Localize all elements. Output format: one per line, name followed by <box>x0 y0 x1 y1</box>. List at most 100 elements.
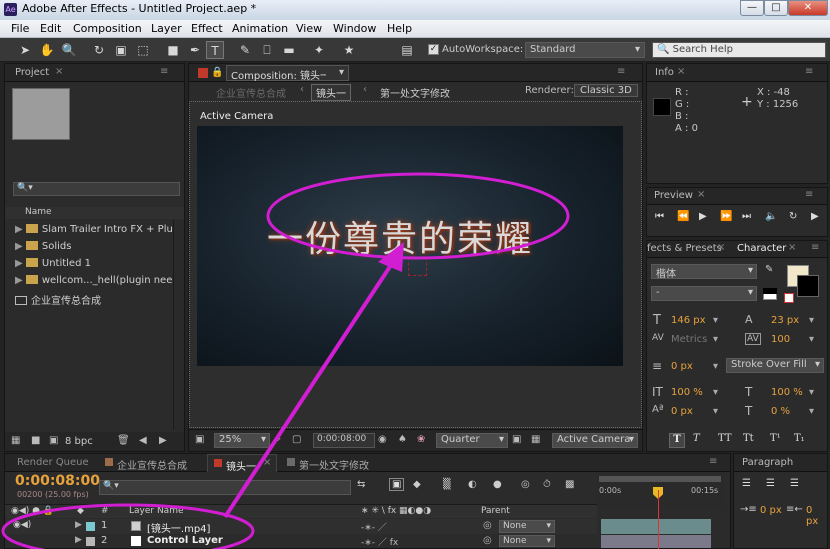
table-row[interactable]: ◉◀) ▶ 1 [镜头一.mp4] -∗- ／ ◎ None ▾ <box>5 519 597 535</box>
chevron-down-icon[interactable]: ▾ <box>713 406 718 417</box>
panel-menu-icon[interactable]: ≡ <box>805 189 813 200</box>
play-icon[interactable]: ▶ <box>699 211 707 222</box>
scroll-left-icon[interactable]: ◀ <box>139 435 147 446</box>
close-button[interactable]: ✕ <box>788 0 828 16</box>
font-style-dropdown[interactable]: - ▾ <box>651 286 757 301</box>
paragraph-tab[interactable]: Paragraph <box>742 457 793 468</box>
timeline-timecode[interactable]: 0:00:08:00 <box>15 473 100 489</box>
brainstorm-icon[interactable]: ◎ <box>521 479 530 490</box>
leading-value[interactable]: 23 px <box>771 315 799 326</box>
zoom-tool-icon[interactable]: 🔍 <box>60 41 78 59</box>
last-frame-icon[interactable]: ⏭ <box>742 211 751 222</box>
chevron-down-icon[interactable]: ▾ <box>713 315 718 326</box>
tab-comp-shot-active[interactable]: 镜头一 × <box>207 454 277 473</box>
close-icon[interactable]: × <box>55 66 63 77</box>
faux-italic-button[interactable]: T <box>693 433 700 444</box>
align-left-icon[interactable]: ☰ <box>742 478 751 489</box>
mask-visibility-icon[interactable]: ▢ <box>292 434 301 445</box>
visibility-icon[interactable]: ◉◀) <box>13 520 31 530</box>
motion-blur-icon[interactable]: ◐ <box>468 479 477 490</box>
black-swatch[interactable] <box>763 288 777 294</box>
project-tab[interactable]: Project <box>15 67 49 78</box>
comp-viewer-area[interactable]: Active Camera 一份尊贵的荣耀 <box>189 101 642 428</box>
lock-icon[interactable] <box>198 68 208 78</box>
layer-duration-bar[interactable] <box>601 519 711 534</box>
work-area-bar[interactable] <box>599 476 721 482</box>
layer-name-column-label[interactable]: Layer Name <box>129 506 184 516</box>
hand-tool-icon[interactable]: ✋ <box>38 41 56 59</box>
character-tab[interactable]: Character <box>737 243 786 254</box>
close-icon[interactable]: × <box>697 189 705 200</box>
close-icon[interactable]: × <box>263 457 271 468</box>
pen-tool-icon[interactable]: ✒ <box>186 41 204 59</box>
layer-duration-bar[interactable] <box>601 535 711 548</box>
list-item[interactable]: ▶ wellcom..._hell(plugin needed <box>15 275 173 286</box>
timeline-search-input[interactable]: 🔍▾ <box>99 480 351 495</box>
panel-menu-icon[interactable]: ≡ <box>160 66 168 77</box>
menu-layer[interactable]: Layer <box>151 22 182 35</box>
all-caps-button[interactable]: TT <box>718 433 732 444</box>
panel-menu-icon[interactable]: ≡ <box>811 242 819 253</box>
panel-menu-icon[interactable]: ≡ <box>805 66 813 77</box>
faux-bold-button[interactable]: T <box>669 433 685 448</box>
clone-stamp-tool-icon[interactable]: ⎕ <box>258 41 276 59</box>
parent-dropdown[interactable]: None ▾ <box>499 535 555 547</box>
menu-window[interactable]: Window <box>333 22 376 35</box>
label-color-swatch[interactable] <box>86 537 95 546</box>
rectangle-tool-icon[interactable]: ■ <box>164 41 182 59</box>
padlock-icon[interactable]: 🔒 <box>211 67 223 78</box>
align-center-icon[interactable]: ☰ <box>766 478 775 489</box>
breadcrumb-current[interactable]: 镜头一 <box>311 84 351 101</box>
previous-frame-icon[interactable]: ⏪ <box>677 211 689 222</box>
camera-dropdown[interactable]: Active Camera ▾ <box>552 433 638 448</box>
vertical-scale-value[interactable]: 100 % <box>671 387 703 398</box>
label-color-swatch[interactable] <box>86 522 95 531</box>
comp-timecode[interactable]: 0:00:08:00 <box>313 433 375 448</box>
next-frame-icon[interactable]: ⏩ <box>720 211 732 222</box>
menu-view[interactable]: View <box>296 22 322 35</box>
always-preview-icon[interactable]: ▣ <box>195 434 204 445</box>
chevron-down-icon[interactable]: ▾ <box>713 387 718 398</box>
channel-icon[interactable]: ❀ <box>417 434 425 445</box>
frame-blending-icon[interactable]: ▒ <box>443 479 451 490</box>
transparency-grid-icon[interactable]: ▦ <box>531 434 540 445</box>
workspace-dropdown[interactable]: Standard ▾ <box>525 42 645 58</box>
breadcrumb-item[interactable]: 第一处文字修改 <box>380 85 450 100</box>
selection-tool-icon[interactable]: ➤ <box>16 41 34 59</box>
project-scrollbar[interactable] <box>173 220 183 430</box>
menu-edit[interactable]: Edit <box>40 22 61 35</box>
autoworkspace-checkbox[interactable]: ✓ <box>428 44 439 55</box>
expand-arrow-icon[interactable]: ▶ <box>75 520 82 530</box>
chevron-down-icon[interactable]: ▾ <box>713 334 718 345</box>
parent-dropdown[interactable]: None ▾ <box>499 520 555 533</box>
panel-menu-icon[interactable]: ≡ <box>709 456 717 467</box>
tab-render-queue[interactable]: Render Queue <box>17 457 89 468</box>
stopwatch-icon[interactable]: ⏱ <box>543 479 551 490</box>
ram-preview-icon[interactable]: ▶ <box>811 211 819 222</box>
puppet-tool-icon[interactable]: ★ <box>340 41 358 59</box>
list-item[interactable]: ▶ Untitled 1 <box>15 258 173 269</box>
bit-depth-label[interactable]: 8 bpc <box>65 436 93 447</box>
audio-icon[interactable]: 🔈 <box>765 211 777 222</box>
chevron-down-icon[interactable]: ▾ <box>809 315 814 326</box>
region-of-interest-icon[interactable]: ▣ <box>512 434 521 445</box>
time-ruler[interactable]: 0:00s 00:15s <box>597 474 725 510</box>
font-family-dropdown[interactable]: 楷体 ▾ <box>651 264 757 280</box>
rotate-tool-icon[interactable]: ↻ <box>90 41 108 59</box>
menu-file[interactable]: File <box>11 22 29 35</box>
tsume-value[interactable]: 0 % <box>771 406 790 417</box>
table-row[interactable]: ▶ 2 Control Layer -∗- ／ fx ◎ None ▾ <box>5 535 597 548</box>
chevron-down-icon[interactable]: ▾ <box>809 334 814 345</box>
eraser-tool-icon[interactable]: ▬ <box>280 41 298 59</box>
graph-editor-icon[interactable]: ● <box>493 479 502 490</box>
new-comp-icon[interactable]: ▣ <box>49 435 58 446</box>
pick-whip-icon[interactable]: ◎ <box>483 535 492 546</box>
chevron-down-icon[interactable]: ▾ <box>809 387 814 398</box>
preview-tab[interactable]: Preview <box>654 190 693 201</box>
tracking-value[interactable]: 100 <box>771 334 790 345</box>
layer-name[interactable]: Control Layer <box>147 535 223 546</box>
draft-3d-icon[interactable]: ▣ <box>389 478 405 491</box>
list-item[interactable]: 企业宣传总合成 <box>15 292 173 307</box>
title-safe-icon[interactable]: ⌖ <box>275 434 281 445</box>
menu-effect[interactable]: Effect <box>191 22 223 35</box>
